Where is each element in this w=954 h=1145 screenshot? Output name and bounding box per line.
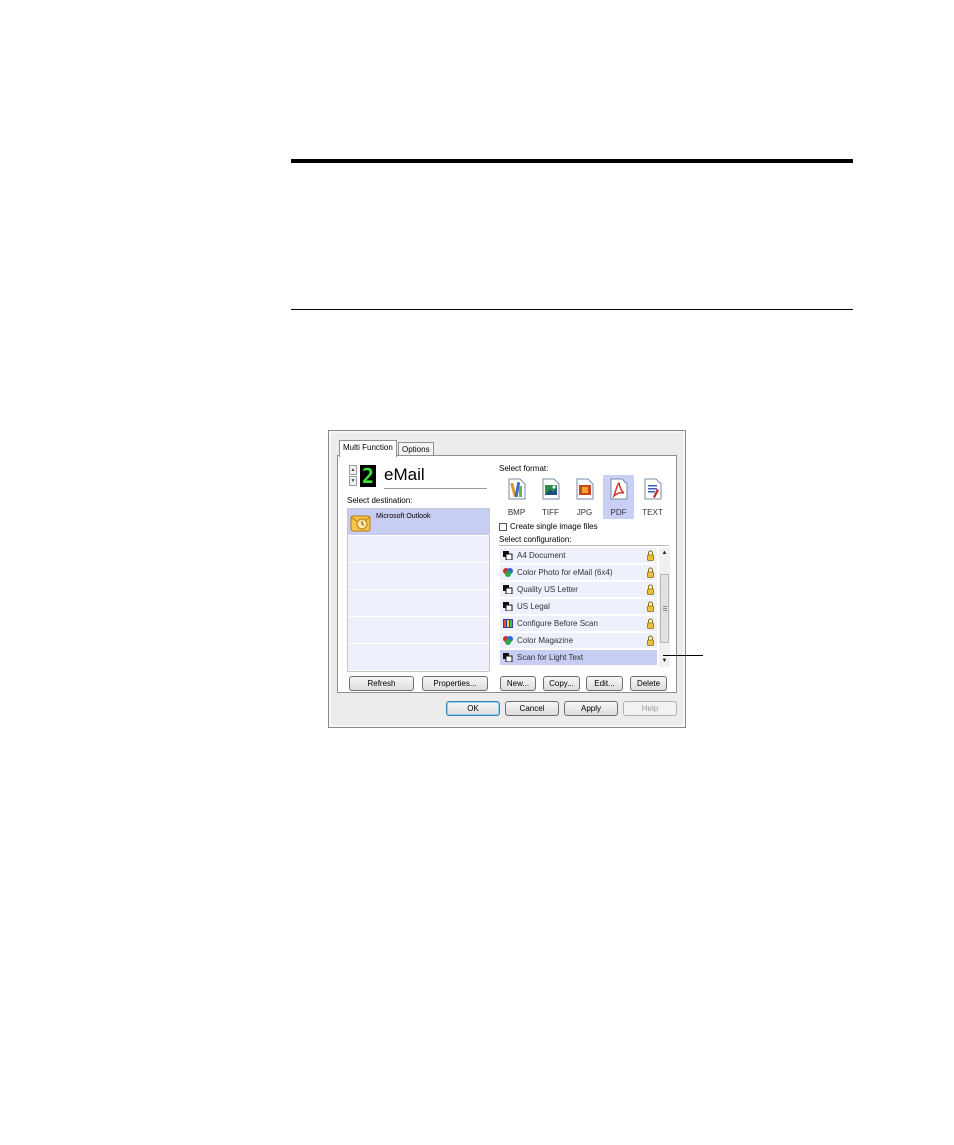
spin-up-icon[interactable]: ▲ bbox=[349, 465, 357, 475]
ok-button[interactable]: OK bbox=[446, 701, 500, 716]
outlook-icon bbox=[350, 515, 371, 532]
select-configuration-label: Select configuration: bbox=[499, 535, 572, 544]
destination-empty-row[interactable] bbox=[348, 590, 489, 617]
config-item-a4-document[interactable]: A4 Document bbox=[500, 548, 657, 563]
top-thick-rule bbox=[291, 159, 853, 163]
destination-empty-row[interactable] bbox=[348, 536, 489, 563]
one-touch-properties-dialog: Multi Function Options ▲ ▼ 2 eMail Selec… bbox=[328, 430, 686, 728]
config-item-label: Color Photo for eMail (6x4) bbox=[517, 568, 613, 577]
tab-panel: ▲ ▼ 2 eMail Select destination: Microsof… bbox=[337, 455, 677, 693]
lock-icon bbox=[647, 550, 654, 561]
pdf-file-icon bbox=[610, 478, 627, 500]
create-single-image-label: Create single image files bbox=[510, 522, 598, 531]
config-item-label: Configure Before Scan bbox=[517, 619, 598, 628]
config-item-color-magazine[interactable]: Color Magazine bbox=[500, 633, 657, 648]
scrollbar-grip bbox=[663, 610, 667, 611]
destination-title-underline bbox=[384, 488, 487, 489]
scrollbar-grip bbox=[663, 606, 667, 607]
color-photo-icon bbox=[503, 636, 513, 645]
callout-line bbox=[663, 655, 703, 656]
refresh-button[interactable]: Refresh bbox=[349, 676, 414, 691]
button-number-display: 2 bbox=[360, 464, 376, 488]
tab-options[interactable]: Options bbox=[398, 442, 434, 456]
destination-empty-row[interactable] bbox=[348, 644, 489, 671]
lock-icon bbox=[647, 601, 654, 612]
scroll-up-icon[interactable]: ▲ bbox=[659, 548, 670, 559]
destination-item-label: Microsoft Outlook bbox=[376, 513, 431, 520]
delete-button[interactable]: Delete bbox=[630, 676, 667, 691]
color-photo-icon bbox=[503, 568, 513, 577]
destination-title: eMail bbox=[384, 465, 425, 484]
configuration-list[interactable]: A4 Document Color Photo for eMail (6x4) bbox=[500, 548, 657, 667]
top-thin-rule bbox=[291, 309, 853, 310]
config-item-label: US Legal bbox=[517, 602, 550, 611]
properties-button[interactable]: Properties... bbox=[422, 676, 488, 691]
format-tiff[interactable]: TIFF bbox=[535, 475, 566, 519]
format-options: BMP TIFF JPG PDF TEXT bbox=[501, 475, 669, 519]
lock-icon bbox=[647, 618, 654, 629]
tiff-file-icon bbox=[542, 478, 559, 500]
config-item-scan-for-light-text[interactable]: Scan for Light Text bbox=[500, 650, 657, 665]
destination-empty-row[interactable] bbox=[348, 563, 489, 590]
format-label: JPG bbox=[576, 508, 593, 517]
format-label: PDF bbox=[610, 508, 627, 517]
format-bmp[interactable]: BMP bbox=[501, 475, 532, 519]
format-label: TIFF bbox=[542, 508, 559, 517]
config-item-quality-us-letter[interactable]: Quality US Letter bbox=[500, 582, 657, 597]
bw-page-icon bbox=[503, 653, 513, 662]
config-item-color-photo-email[interactable]: Color Photo for eMail (6x4) bbox=[500, 565, 657, 580]
destination-empty-row[interactable] bbox=[348, 617, 489, 644]
button-number-spinner[interactable]: ▲ ▼ bbox=[349, 465, 357, 487]
lock-icon bbox=[647, 584, 654, 595]
config-item-label: Quality US Letter bbox=[517, 585, 578, 594]
format-label: TEXT bbox=[642, 508, 663, 517]
select-destination-label: Select destination: bbox=[347, 496, 413, 505]
select-format-label: Select format: bbox=[499, 464, 549, 473]
lock-icon bbox=[647, 635, 654, 646]
cancel-button[interactable]: Cancel bbox=[505, 701, 559, 716]
configuration-scrollbar[interactable]: ▲ ▼ bbox=[659, 548, 670, 667]
format-label: BMP bbox=[507, 508, 526, 517]
create-single-image-checkbox[interactable] bbox=[499, 523, 507, 531]
destination-item-microsoft-outlook[interactable]: Microsoft Outlook bbox=[348, 509, 489, 536]
tab-multi-function[interactable]: Multi Function bbox=[339, 440, 397, 457]
edit-button[interactable]: Edit... bbox=[586, 676, 623, 691]
copy-button[interactable]: Copy... bbox=[543, 676, 580, 691]
config-item-label: Color Magazine bbox=[517, 636, 574, 645]
new-button[interactable]: New... bbox=[500, 676, 536, 691]
configuration-underline bbox=[499, 545, 669, 546]
help-button[interactable]: Help bbox=[623, 701, 677, 716]
spin-down-icon[interactable]: ▼ bbox=[349, 476, 357, 486]
lock-icon bbox=[647, 567, 654, 578]
text-file-icon bbox=[644, 478, 661, 500]
bw-page-icon bbox=[503, 602, 513, 611]
bw-page-icon bbox=[503, 551, 513, 560]
configure-icon bbox=[503, 619, 513, 628]
bw-page-icon bbox=[503, 585, 513, 594]
apply-button[interactable]: Apply bbox=[564, 701, 618, 716]
scroll-down-icon[interactable]: ▼ bbox=[659, 656, 670, 667]
config-item-label: Scan for Light Text bbox=[517, 653, 584, 662]
scrollbar-thumb[interactable] bbox=[660, 574, 669, 643]
format-pdf[interactable]: PDF bbox=[603, 475, 634, 519]
scrollbar-grip bbox=[663, 608, 667, 609]
destination-list[interactable]: Microsoft Outlook bbox=[347, 508, 490, 672]
bmp-file-icon bbox=[508, 478, 525, 500]
format-text[interactable]: TEXT bbox=[637, 475, 668, 519]
format-jpg[interactable]: JPG bbox=[569, 475, 600, 519]
config-item-label: A4 Document bbox=[517, 551, 566, 560]
jpg-file-icon bbox=[576, 478, 593, 500]
config-item-us-legal[interactable]: US Legal bbox=[500, 599, 657, 614]
config-item-configure-before-scan[interactable]: Configure Before Scan bbox=[500, 616, 657, 631]
